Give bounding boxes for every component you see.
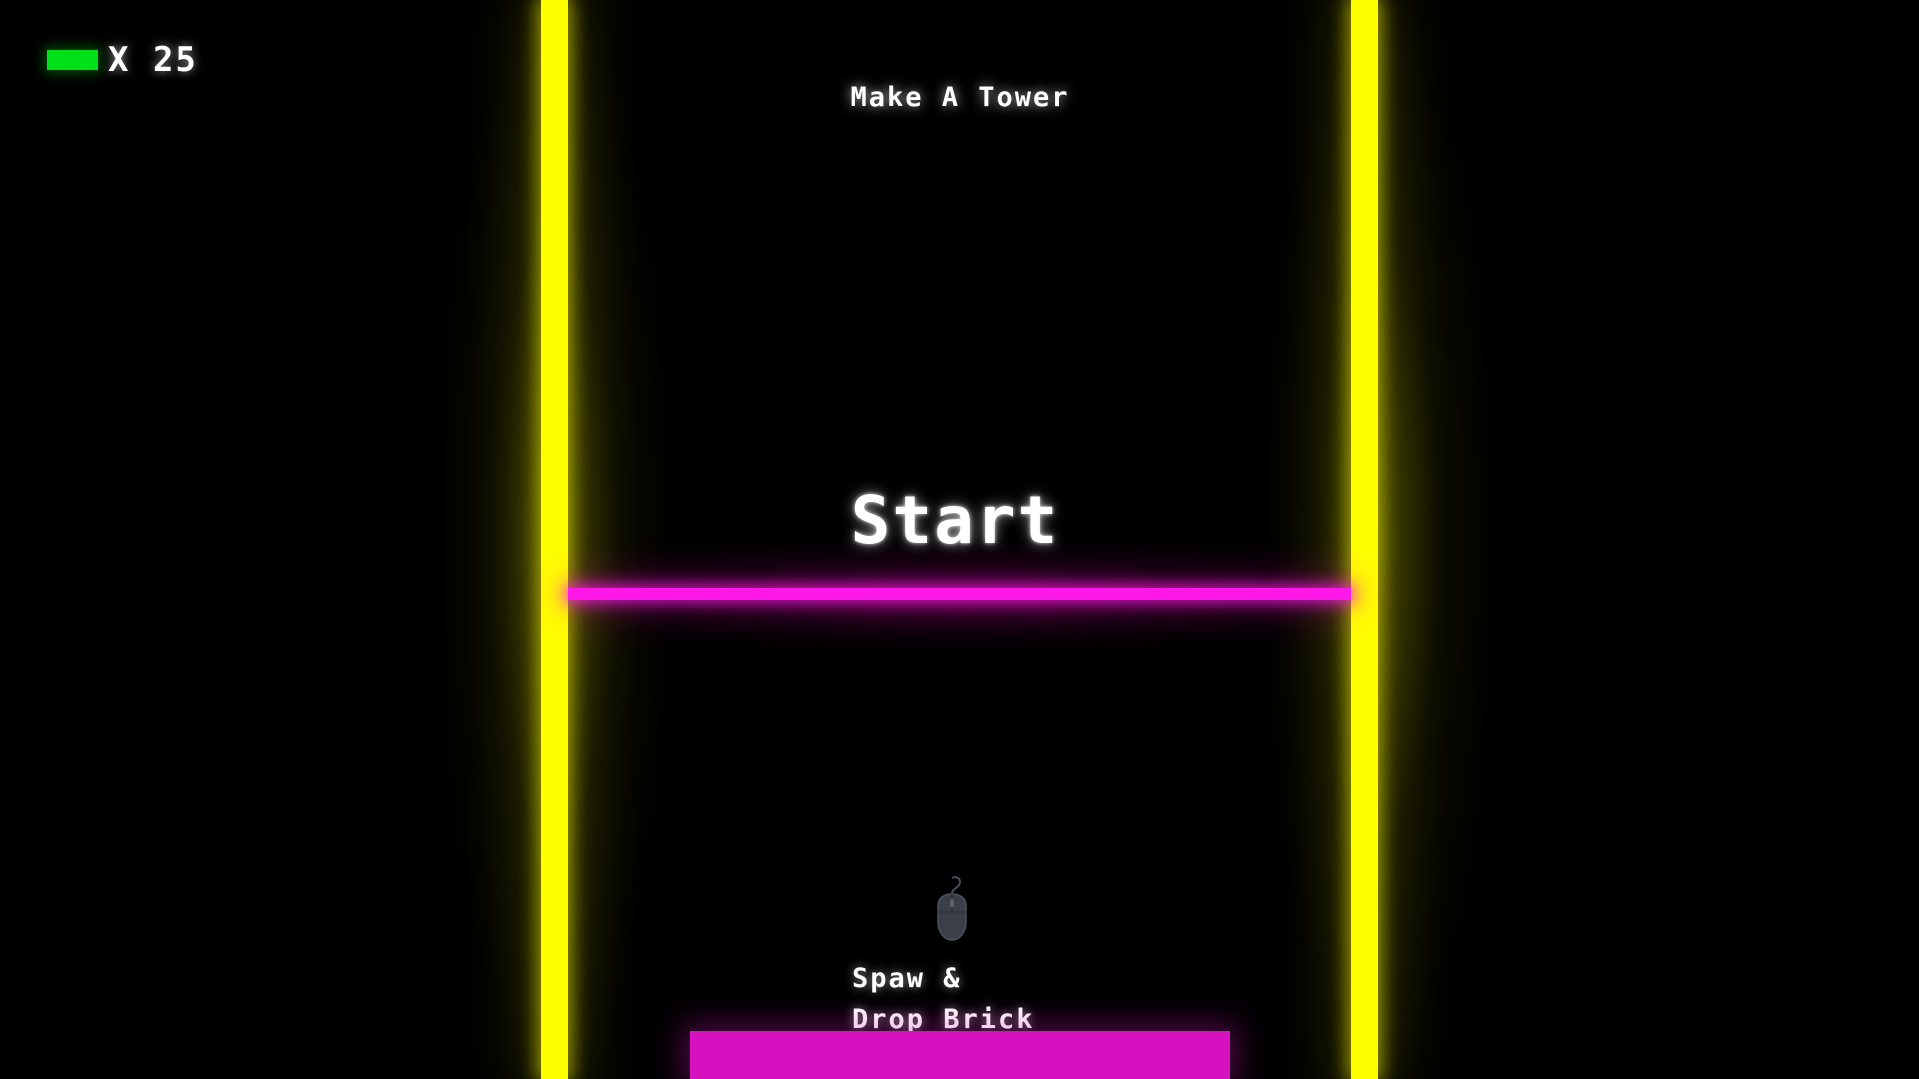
base-brick	[690, 1031, 1230, 1079]
mouse-icon	[937, 876, 967, 941]
brick-counter: X 25	[47, 40, 198, 80]
start-button[interactable]: Start	[760, 480, 1150, 560]
game-stage[interactable]: X 25 Make A Tower Start Spaw & Drop Bric…	[0, 0, 1919, 1079]
green-brick-icon	[47, 50, 98, 70]
hint-line-1: Spaw &	[852, 963, 962, 994]
spawn-drop-hint: Spaw & Drop Brick	[852, 958, 1035, 1040]
game-title: Make A Tower	[850, 82, 1070, 113]
height-laser-line	[568, 588, 1351, 600]
right-wall	[1351, 0, 1378, 1079]
left-wall	[541, 0, 568, 1079]
right-wall-glow	[1268, 0, 1488, 1079]
brick-count-text: X 25	[108, 40, 198, 80]
